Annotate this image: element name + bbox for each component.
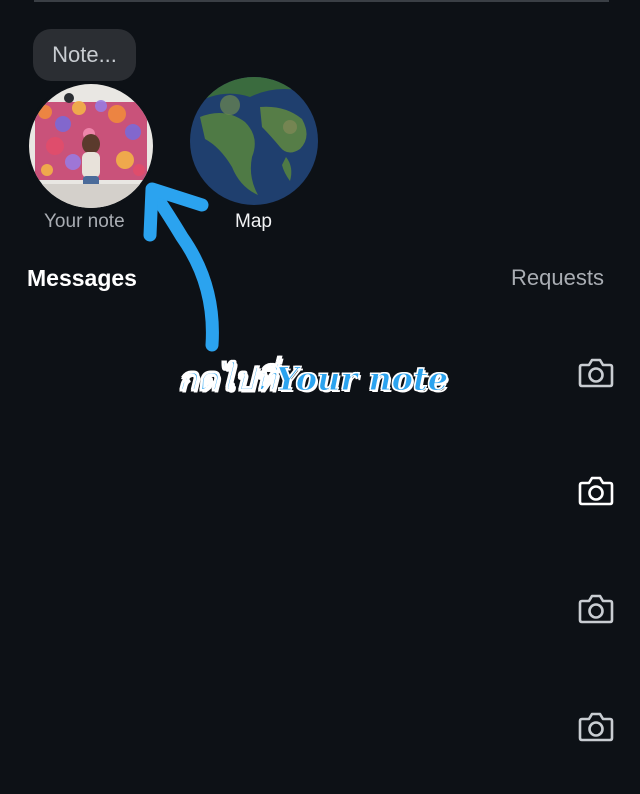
annotation-caption: กดไปที่Your note bbox=[177, 360, 449, 399]
camera-icon bbox=[578, 594, 614, 624]
requests-link[interactable]: Requests bbox=[511, 265, 604, 291]
map-label: Map bbox=[235, 211, 272, 232]
note-bubble-tail bbox=[64, 93, 74, 103]
note-bubble-text: Note... bbox=[52, 42, 117, 67]
camera-button[interactable] bbox=[576, 589, 616, 629]
annotation-arrow-icon bbox=[143, 182, 219, 352]
camera-icon bbox=[578, 476, 614, 506]
top-divider bbox=[34, 0, 609, 2]
your-note-label: Your note bbox=[44, 211, 125, 232]
messages-title: Messages bbox=[27, 265, 137, 291]
camera-button[interactable] bbox=[576, 353, 616, 393]
note-bubble[interactable]: Note... bbox=[33, 29, 136, 81]
camera-icon bbox=[578, 358, 614, 388]
camera-button[interactable] bbox=[576, 707, 616, 747]
camera-icon bbox=[578, 712, 614, 742]
camera-button[interactable] bbox=[576, 471, 616, 511]
